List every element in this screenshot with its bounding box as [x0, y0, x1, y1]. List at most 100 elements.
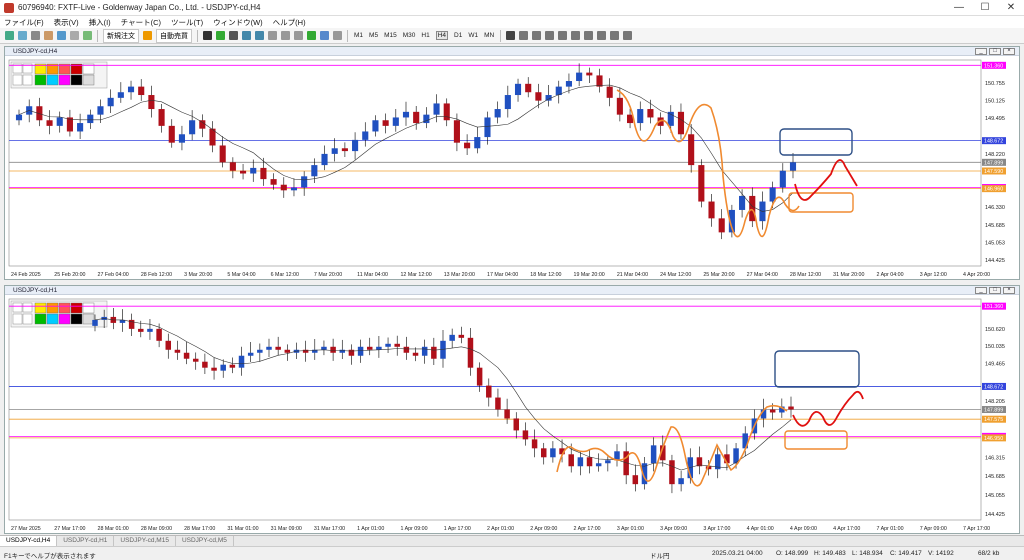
chart-window-h1[interactable]: USDJPY-cd,H1 _□× 151.360 150.620 150.035 14…	[4, 285, 1020, 534]
x-tick-label: 3 Apr 17:00	[703, 526, 730, 532]
autoscroll-icon[interactable]	[281, 31, 290, 40]
color-swatch[interactable]	[46, 302, 59, 314]
profiles-icon[interactable]	[18, 31, 27, 40]
tile-windows-icon[interactable]	[268, 31, 277, 40]
width-icon[interactable]	[12, 313, 23, 325]
color-swatch[interactable]	[82, 302, 95, 314]
chart-close-button[interactable]: ×	[1003, 286, 1015, 294]
chart-shift-icon[interactable]	[294, 31, 303, 40]
arrows-icon[interactable]	[623, 31, 633, 40]
tab-m5[interactable]: USDJPY-cd,M5	[176, 536, 234, 546]
candlestick-icon[interactable]	[216, 31, 225, 40]
crosshair-icon[interactable]	[519, 31, 529, 40]
x-tick-label: 6 Mar 12:00	[271, 272, 299, 278]
indicators-icon[interactable]	[307, 31, 316, 40]
color-swatch[interactable]	[70, 302, 83, 314]
color-swatch[interactable]	[58, 302, 71, 314]
zoom-in-icon[interactable]	[242, 31, 251, 40]
trendline-icon[interactable]	[558, 31, 568, 40]
tf-mn[interactable]: MN	[484, 32, 494, 39]
metaeditor-icon[interactable]	[143, 31, 152, 40]
chart-minimize-button[interactable]: _	[975, 286, 987, 294]
tf-h1[interactable]: H1	[421, 32, 429, 39]
line-chart-icon[interactable]	[229, 31, 238, 40]
navigator-icon[interactable]	[57, 31, 66, 40]
color-swatch[interactable]	[70, 74, 83, 86]
color-swatch[interactable]	[34, 313, 47, 325]
status-high: H: 149.483	[814, 550, 846, 557]
horizontal-line-icon[interactable]	[545, 31, 555, 40]
vertical-line-icon[interactable]	[532, 31, 542, 40]
eraser-icon[interactable]	[22, 302, 33, 313]
minimize-button[interactable]: —	[946, 0, 972, 16]
toolbox-panel[interactable]	[10, 61, 108, 89]
tf-d1[interactable]: D1	[454, 32, 462, 39]
candle-body	[577, 457, 584, 467]
market-watch-icon[interactable]	[31, 31, 40, 40]
chart-maximize-button[interactable]: □	[989, 286, 1001, 294]
chart-minimize-button[interactable]: _	[975, 47, 987, 55]
color-swatch[interactable]	[46, 74, 59, 86]
menu-window[interactable]: ウィンドウ(W)	[213, 17, 263, 28]
templates-icon[interactable]	[333, 31, 342, 40]
tester-icon[interactable]	[83, 31, 92, 40]
tf-w1[interactable]: W1	[468, 32, 478, 39]
label-tool-icon[interactable]	[610, 31, 620, 40]
color-swatch[interactable]	[82, 74, 95, 86]
candle-body	[464, 142, 471, 149]
x-tick-label: 4 Apr 20:00	[963, 272, 990, 278]
chart-h4-canvas[interactable]: 151.360 150.755 150.125 149.495 148.672 148.2…	[5, 56, 1019, 280]
menu-help[interactable]: ヘルプ(H)	[273, 17, 306, 28]
text-tool-icon[interactable]	[597, 31, 607, 40]
candle-body	[616, 97, 623, 115]
x-tick-label: 24 Mar 12:00	[660, 272, 691, 278]
cursor-icon[interactable]	[506, 31, 516, 40]
menu-view[interactable]: 表示(V)	[54, 17, 79, 28]
channel-icon[interactable]	[571, 31, 581, 40]
width-icon[interactable]	[12, 74, 23, 86]
line-style-icon[interactable]	[22, 74, 33, 86]
color-swatch[interactable]	[58, 313, 71, 325]
candle-body	[494, 109, 501, 118]
chart-maximize-button[interactable]: □	[989, 47, 1001, 55]
tf-m30[interactable]: M30	[403, 32, 416, 39]
candle-body	[117, 92, 124, 98]
chart-close-button[interactable]: ×	[1003, 47, 1015, 55]
tab-h4[interactable]: USDJPY-cd,H4	[0, 536, 58, 546]
line-style-icon[interactable]	[22, 313, 33, 325]
menu-charts[interactable]: チャート(C)	[121, 17, 161, 28]
color-swatch[interactable]	[34, 74, 47, 86]
menu-tools[interactable]: ツール(T)	[171, 17, 203, 28]
pencil-icon[interactable]	[12, 302, 23, 313]
color-swatch[interactable]	[46, 313, 59, 325]
periods-icon[interactable]	[320, 31, 329, 40]
chart-window-h4[interactable]: USDJPY-cd,H4 _□× 151.360 150.755 150.125 14…	[4, 46, 1020, 280]
candle-body	[211, 367, 217, 371]
tab-h1[interactable]: USDJPY-cd,H1	[57, 536, 115, 546]
color-swatch[interactable]	[34, 302, 47, 314]
candle-body	[87, 114, 94, 124]
tab-m15[interactable]: USDJPY-cd,M15	[114, 536, 176, 546]
price-tag: 146.960	[982, 185, 1006, 193]
color-swatch[interactable]	[70, 313, 83, 325]
zoom-out-icon[interactable]	[255, 31, 264, 40]
candle-body	[366, 346, 373, 350]
tf-h4[interactable]: H4	[435, 31, 448, 40]
maximize-button[interactable]: ☐	[972, 0, 998, 16]
new-chart-icon[interactable]	[5, 31, 14, 40]
menu-insert[interactable]: 挿入(I)	[89, 17, 111, 28]
auto-trading-button[interactable]: 自動売買	[156, 28, 192, 43]
close-button[interactable]: ✕	[998, 0, 1024, 16]
data-window-icon[interactable]	[44, 31, 53, 40]
tf-m1[interactable]: M1	[354, 32, 363, 39]
new-order-button[interactable]: 新規注文	[103, 28, 139, 43]
fibonacci-icon[interactable]	[584, 31, 594, 40]
chart-h1-canvas[interactable]: 151.360 150.620 150.035 149.465 148.672 148.2…	[5, 295, 1019, 534]
color-swatch[interactable]	[58, 74, 71, 86]
bar-chart-icon[interactable]	[203, 31, 212, 40]
x-tick-label: 25 Feb 20:00	[54, 272, 85, 278]
tf-m5[interactable]: M5	[369, 32, 378, 39]
terminal-icon[interactable]	[70, 31, 79, 40]
tf-m15[interactable]: M15	[384, 32, 397, 39]
menu-file[interactable]: ファイル(F)	[4, 17, 44, 28]
